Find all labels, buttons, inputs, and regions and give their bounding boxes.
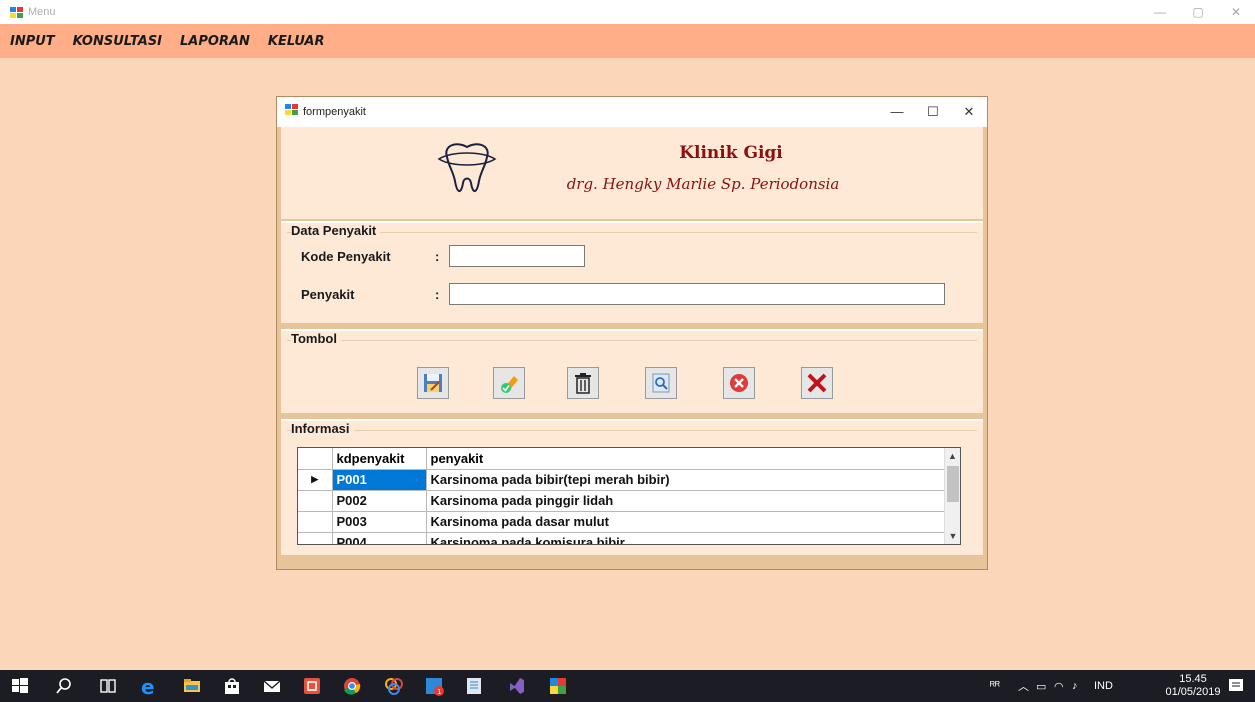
menu-item-input[interactable]: INPUT (10, 34, 55, 49)
close-button[interactable]: ✕ (1217, 0, 1255, 24)
grid-vertical-scrollbar[interactable]: ▲ ▼ (944, 448, 960, 544)
cell-kdpenyakit[interactable]: P004 (332, 532, 427, 544)
form-penyakit-window: formpenyakit — ☐ ✕ Klinik Gigi drg. Heng… (276, 96, 988, 570)
kode-penyakit-input[interactable] (449, 245, 585, 267)
running-app-icon[interactable] (548, 676, 568, 696)
window-titlebar: Menu — ▢ ✕ (0, 0, 1255, 24)
search-icon (652, 373, 670, 393)
menu-bar: INPUT KONSULTASI LAPORAN KELUAR (0, 24, 1255, 58)
row-header (298, 490, 333, 512)
office-app-icon[interactable] (302, 676, 322, 696)
mail-icon[interactable] (262, 676, 282, 696)
svg-text:e: e (141, 676, 155, 696)
table-row[interactable]: P002 Karsinoma pada pinggir lidah (298, 490, 945, 512)
scroll-up-icon[interactable]: ▲ (945, 448, 960, 464)
windows-start-icon[interactable] (10, 676, 30, 696)
column-header-kdpenyakit[interactable]: kdpenyakit (332, 448, 427, 470)
chrome-icon[interactable] (342, 676, 362, 696)
clinic-header: Klinik Gigi drg. Hengky Marlie Sp. Perio… (281, 127, 983, 219)
cancel-icon (730, 374, 748, 392)
language-indicator[interactable]: IND (1094, 670, 1113, 702)
store-icon[interactable] (222, 676, 242, 696)
action-center-icon[interactable] (1226, 676, 1246, 696)
restore-button[interactable]: ▢ (1179, 0, 1217, 24)
cell-penyakit[interactable]: Karsinoma pada bibir(tepi merah bibir) (426, 469, 945, 491)
app-icon (10, 6, 24, 18)
form-icon (285, 103, 299, 121)
penyakit-input[interactable] (449, 283, 945, 305)
cancel-button[interactable] (723, 367, 755, 399)
clock-date: 01/05/2019 (1165, 686, 1221, 698)
group-title-tombol: Tombol (291, 331, 341, 346)
edit-button[interactable] (493, 367, 525, 399)
task-view-icon[interactable] (98, 676, 118, 696)
volume-icon[interactable]: ♪ (1072, 670, 1078, 702)
scroll-down-icon[interactable]: ▼ (945, 528, 960, 544)
taskbar-clock[interactable]: 15.45 01/05/2019 (1165, 673, 1221, 699)
close-icon (807, 373, 827, 393)
taskbar: e 1 ᴿᴿ ︿ ▭ ◠ ♪ IND 15.45 01/05/2019 (0, 670, 1255, 702)
edit-icon (501, 376, 518, 393)
form-minimize-button[interactable]: — (879, 97, 915, 127)
window-title: Menu (28, 6, 56, 18)
table-row[interactable]: P004 Karsinoma pada komisura bibir (298, 532, 945, 544)
row-header (298, 511, 333, 533)
row-header-corner (298, 448, 333, 470)
wifi-icon[interactable]: ◠ (1054, 670, 1064, 702)
clinic-name: Klinik Gigi (679, 143, 783, 163)
colon: : (435, 287, 440, 302)
clock-time: 15.45 (1179, 673, 1207, 685)
delete-button[interactable] (567, 367, 599, 399)
form-maximize-button[interactable]: ☐ (915, 97, 951, 127)
data-penyakit-group: Data Penyakit Kode Penyakit : Penyakit : (281, 221, 983, 323)
cell-penyakit[interactable]: Karsinoma pada komisura bibir (426, 532, 945, 544)
tombol-group: Tombol (281, 329, 983, 413)
kode-penyakit-label: Kode Penyakit (301, 249, 391, 264)
save-button[interactable] (417, 367, 449, 399)
form-titlebar: formpenyakit — ☐ ✕ (277, 97, 987, 127)
scroll-thumb[interactable] (947, 466, 959, 502)
table-row[interactable]: P003 Karsinoma pada dasar mulut (298, 511, 945, 533)
visual-studio-icon[interactable] (506, 676, 526, 696)
edge-browser-icon[interactable]: e (140, 676, 160, 696)
table-row[interactable]: ▶ P001 Karsinoma pada bibir(tepi merah b… (298, 469, 945, 491)
cell-kdpenyakit[interactable]: P001 (332, 469, 427, 491)
svg-text:1: 1 (437, 688, 441, 696)
current-row-indicator-icon: ▶ (298, 469, 333, 491)
exit-button[interactable] (801, 367, 833, 399)
search-icon[interactable] (54, 676, 74, 696)
show-hidden-icons-icon[interactable]: ︿ (1018, 670, 1029, 702)
menu-item-konsultasi[interactable]: KONSULTASI (73, 34, 162, 49)
file-explorer-icon[interactable] (182, 676, 202, 696)
search-button[interactable] (645, 367, 677, 399)
cell-kdpenyakit[interactable]: P002 (332, 490, 427, 512)
colon: : (435, 249, 440, 264)
penyakit-label: Penyakit (301, 287, 355, 302)
notepad-app-icon[interactable] (464, 676, 484, 696)
form-close-button[interactable]: ✕ (951, 97, 987, 127)
row-header (298, 532, 333, 544)
notification-app-icon[interactable]: 1 (424, 676, 444, 696)
people-icon[interactable]: ᴿᴿ (990, 670, 1000, 702)
trash-icon (575, 373, 591, 394)
menu-item-keluar[interactable]: KELUAR (268, 34, 325, 49)
menu-item-laporan[interactable]: LAPORAN (180, 34, 250, 49)
minimize-button[interactable]: — (1141, 0, 1179, 24)
battery-icon[interactable]: ▭ (1036, 670, 1046, 702)
colorful-app-icon[interactable] (384, 676, 404, 696)
doctor-name: drg. Hengky Marlie Sp. Periodonsia (566, 175, 840, 193)
cell-kdpenyakit[interactable]: P003 (332, 511, 427, 533)
tooth-logo-icon (437, 143, 497, 192)
group-title-data-penyakit: Data Penyakit (291, 223, 381, 238)
form-title: formpenyakit (303, 106, 366, 118)
column-header-penyakit[interactable]: penyakit (426, 448, 945, 470)
cell-penyakit[interactable]: Karsinoma pada pinggir lidah (426, 490, 945, 512)
penyakit-data-grid[interactable]: kdpenyakit penyakit ▶ P001 Karsinoma pad… (297, 447, 961, 545)
informasi-group: Informasi kdpenyakit penyakit ▶ P001 Kar… (281, 419, 983, 555)
group-title-informasi: Informasi (291, 421, 354, 436)
cell-penyakit[interactable]: Karsinoma pada dasar mulut (426, 511, 945, 533)
save-icon (424, 374, 442, 392)
grid-header-row: kdpenyakit penyakit (298, 448, 945, 470)
